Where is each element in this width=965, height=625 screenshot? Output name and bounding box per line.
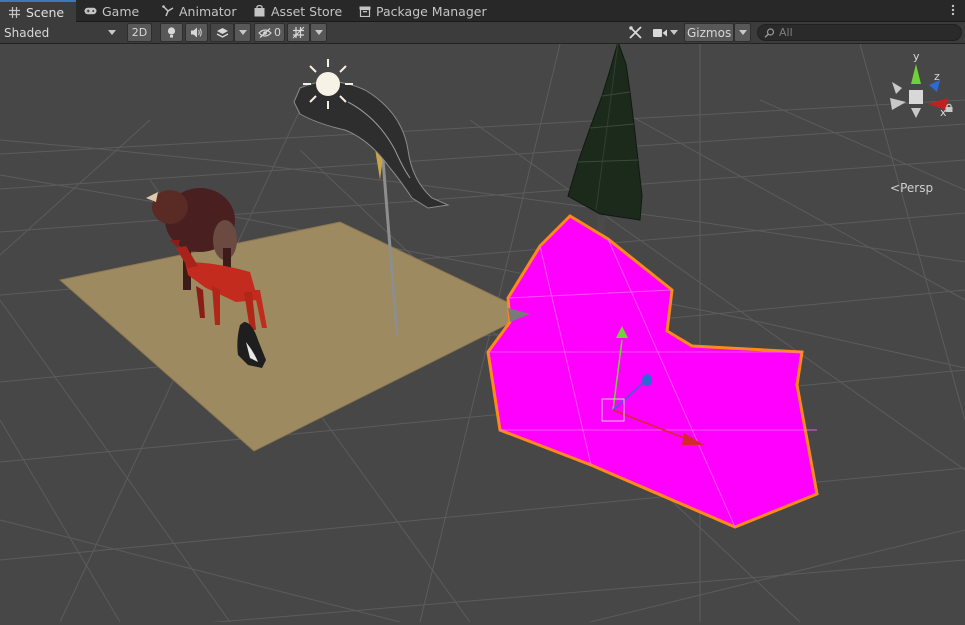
draw-mode-dropdown[interactable]: Shaded — [0, 23, 120, 42]
effects-dropdown-button[interactable] — [234, 23, 251, 42]
pine-tree-model[interactable] — [567, 40, 643, 240]
shopping-bag-icon — [253, 5, 266, 18]
tools-settings-button[interactable] — [624, 23, 646, 42]
camera-settings-button[interactable] — [649, 23, 681, 42]
gizmos-button[interactable]: Gizmos — [684, 23, 734, 42]
scene-toolbar: Shaded 2D 0 Gizmos — [0, 22, 965, 44]
more-options-icon[interactable] — [951, 4, 955, 19]
draw-mode-value: Shaded — [4, 25, 50, 40]
scene-viewport[interactable]: y z x <Persp — [0, 40, 965, 625]
tab-animator[interactable]: Animator — [153, 0, 244, 22]
animator-icon — [161, 5, 174, 18]
scene-orientation-gizmo[interactable]: y z x — [880, 52, 955, 132]
2d-toggle-label: 2D — [131, 26, 148, 39]
tab-label: Scene — [26, 4, 65, 20]
eye-slash-icon — [258, 27, 272, 38]
tab-label: Animator — [179, 3, 237, 19]
projection-toggle[interactable]: <Persp — [890, 181, 933, 195]
speaker-icon — [190, 27, 202, 38]
z-axis-label: z — [934, 70, 940, 83]
projection-label: Persp — [900, 181, 934, 195]
tab-label: Asset Store — [271, 3, 343, 19]
center-cube[interactable] — [909, 90, 923, 104]
2d-toggle-button[interactable]: 2D — [127, 23, 152, 42]
directional-light-icon[interactable] — [303, 59, 353, 109]
audio-toggle-button[interactable] — [185, 23, 208, 42]
editor-tab-bar: Scene Game Animator Asset Store Package … — [0, 0, 965, 22]
lock-icon[interactable] — [945, 101, 953, 115]
tab-game[interactable]: Game — [76, 0, 147, 22]
chevron-down-icon — [108, 30, 116, 35]
lighting-toggle-button[interactable] — [160, 23, 183, 42]
grid-toggle-button[interactable] — [287, 23, 310, 42]
tab-asset-store[interactable]: Asset Store — [245, 0, 350, 22]
grid-icon — [8, 6, 21, 19]
chevron-down-icon — [738, 30, 747, 35]
hidden-objects-toggle-button[interactable]: 0 — [254, 23, 285, 42]
video-camera-icon — [652, 28, 667, 37]
neg-x-axis-cone[interactable] — [890, 98, 906, 110]
y-axis-label: y — [913, 52, 920, 63]
neg-z-axis-cone[interactable] — [892, 82, 902, 94]
hidden-count: 0 — [274, 26, 281, 39]
light-bulb-icon — [167, 26, 176, 37]
effects-toggle-button[interactable] — [210, 23, 234, 42]
gizmos-dropdown-button[interactable] — [734, 23, 751, 42]
scene-search-field[interactable] — [757, 24, 962, 41]
grid-dropdown-button[interactable] — [310, 23, 327, 42]
gizmos-label: Gizmos — [687, 25, 732, 40]
search-icon — [764, 27, 775, 38]
tab-package-manager[interactable]: Package Manager — [350, 0, 495, 22]
tools-icon — [628, 26, 642, 39]
chevron-down-icon — [314, 30, 323, 35]
layers-effects-icon — [216, 27, 228, 38]
tab-scene[interactable]: Scene — [0, 0, 76, 22]
selected-mesh-object[interactable] — [486, 214, 819, 529]
perspective-icon: < — [890, 181, 901, 195]
grid-visibility-icon — [292, 26, 305, 39]
search-input[interactable] — [779, 26, 949, 39]
chevron-down-icon — [238, 30, 247, 35]
tab-label: Game — [102, 3, 140, 19]
y-axis-cone[interactable] — [911, 64, 921, 84]
scene-canvas — [0, 40, 965, 625]
neg-y-axis-cone[interactable] — [911, 108, 921, 118]
tab-label: Package Manager — [376, 3, 487, 19]
chevron-down-icon — [669, 30, 678, 35]
package-icon — [358, 5, 371, 18]
gamepad-icon — [84, 5, 97, 18]
